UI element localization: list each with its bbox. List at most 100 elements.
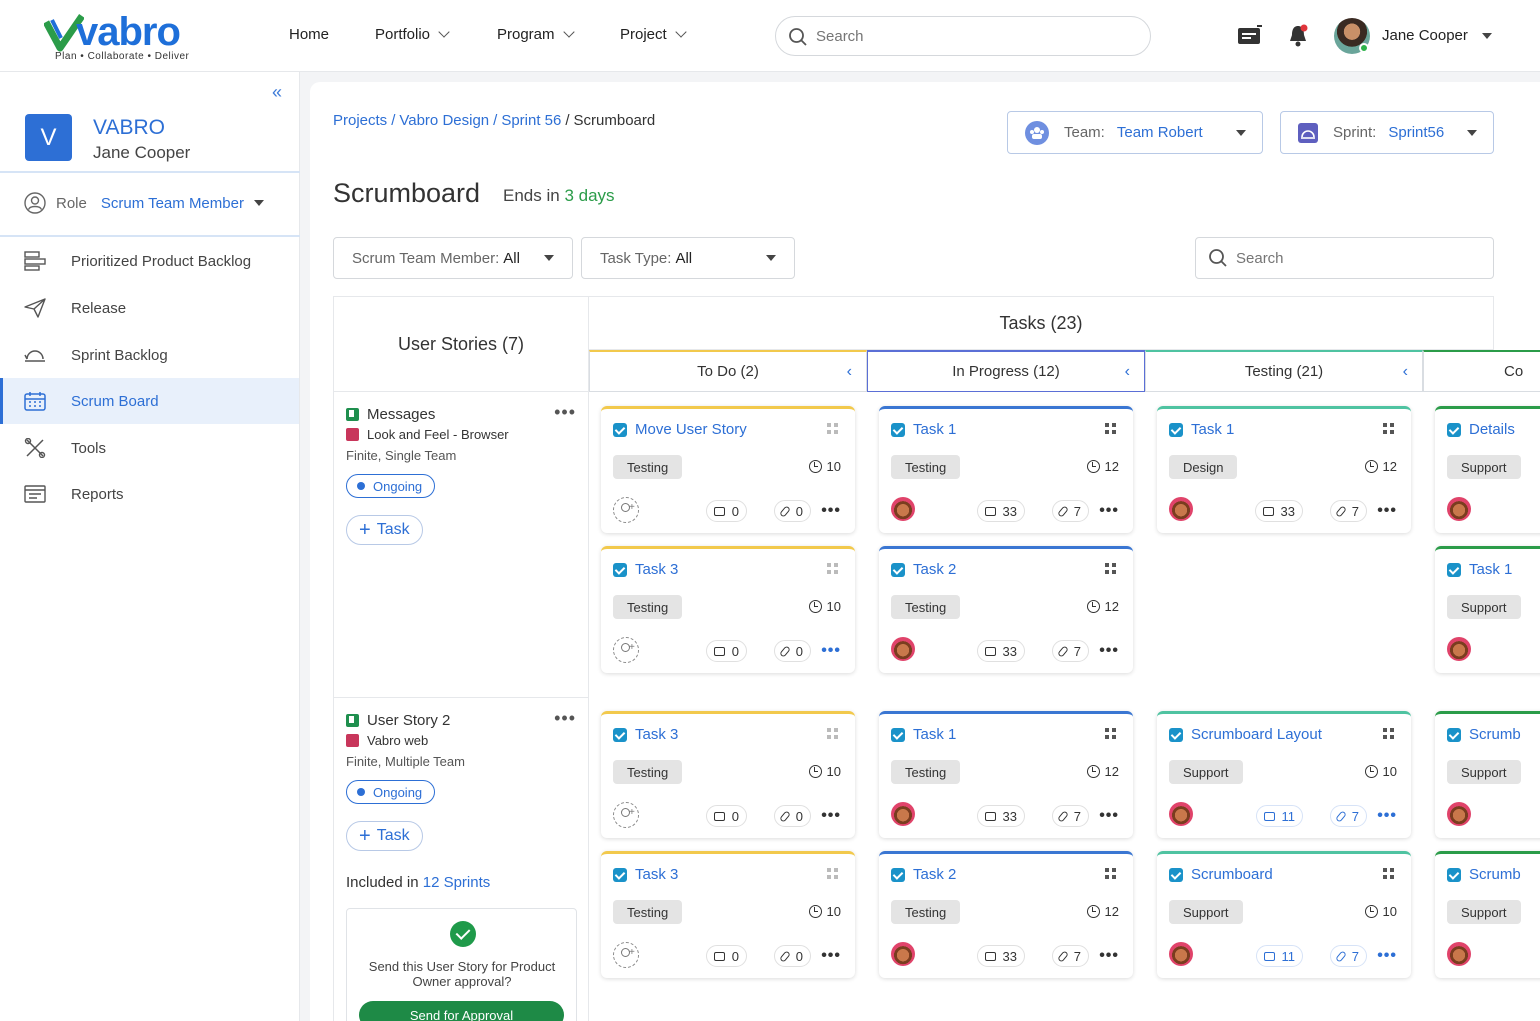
drag-handle-icon[interactable]	[827, 868, 841, 882]
drag-handle-icon[interactable]	[827, 423, 841, 437]
sidebar-item-sprint-backlog[interactable]: Sprint Backlog	[0, 332, 299, 378]
task-title[interactable]: Task 3	[613, 561, 678, 578]
attachments-count[interactable]: 7	[1051, 640, 1089, 662]
attachments-count[interactable]: 0	[773, 500, 811, 522]
attachments-count[interactable]: 0	[773, 640, 811, 662]
column-todo[interactable]: To Do (2) ‹	[589, 350, 867, 392]
nav-program[interactable]: Program	[497, 26, 575, 43]
assignee-avatar[interactable]	[1447, 802, 1471, 826]
assignee-avatar[interactable]	[891, 637, 915, 661]
more-options-icon[interactable]: •••	[821, 947, 841, 965]
assignee-avatar[interactable]	[1169, 497, 1193, 521]
drag-handle-icon[interactable]	[1383, 423, 1397, 437]
assign-user-icon[interactable]	[613, 637, 639, 663]
collapse-sidebar-icon[interactable]: «	[272, 82, 282, 103]
assign-user-icon[interactable]	[613, 497, 639, 523]
more-options-icon[interactable]: •••	[554, 402, 576, 423]
more-options-icon[interactable]: •••	[1377, 502, 1397, 520]
nav-project[interactable]: Project	[620, 26, 687, 43]
task-type-filter[interactable]: Task Type: All	[581, 237, 795, 279]
more-options-icon[interactable]: •••	[1099, 642, 1119, 660]
drag-handle-icon[interactable]	[1105, 423, 1119, 437]
task-card[interactable]: Task 3 Testing 10 0 0 •••	[601, 546, 855, 673]
column-in-progress[interactable]: In Progress (12) ‹	[867, 350, 1145, 392]
comments-count[interactable]: 33	[976, 640, 1025, 662]
attachments-count[interactable]: 7	[1051, 805, 1089, 827]
sidebar-item-release[interactable]: Release	[0, 285, 299, 331]
assignee-avatar[interactable]	[1447, 497, 1471, 521]
task-title[interactable]: Task 2	[891, 866, 956, 883]
sidebar-item-scrum-board[interactable]: Scrum Board	[0, 378, 299, 424]
task-title[interactable]: Scrumboard	[1169, 866, 1273, 883]
task-card[interactable]: Task 1 Testing 12 33 7 •••	[879, 711, 1133, 838]
breadcrumb-sprint[interactable]: Sprint 56	[501, 112, 561, 129]
more-options-icon[interactable]: •••	[1377, 807, 1397, 825]
drag-handle-icon[interactable]	[1105, 728, 1119, 742]
comments-count[interactable]: 0	[705, 945, 747, 967]
assignee-avatar[interactable]	[891, 497, 915, 521]
task-title[interactable]: Move User Story	[613, 421, 747, 438]
task-title[interactable]: Scrumb	[1447, 726, 1521, 743]
more-options-icon[interactable]: •••	[1377, 947, 1397, 965]
task-card[interactable]: Scrumboard Support 10 11 7 •••	[1157, 851, 1411, 978]
global-search[interactable]	[775, 16, 1151, 56]
assignee-avatar[interactable]	[1447, 942, 1471, 966]
task-title[interactable]: Task 2	[891, 561, 956, 578]
task-title[interactable]: Task 3	[613, 866, 678, 883]
sidebar-item-reports[interactable]: Reports	[0, 471, 299, 517]
task-title[interactable]: Scrumb	[1447, 866, 1521, 883]
drag-handle-icon[interactable]	[1105, 868, 1119, 882]
comments-count[interactable]: 0	[705, 640, 747, 662]
assignee-avatar[interactable]	[1447, 637, 1471, 661]
comments-count[interactable]: 33	[976, 945, 1025, 967]
attachments-count[interactable]: 0	[773, 945, 811, 967]
column-testing[interactable]: Testing (21) ‹	[1145, 350, 1423, 392]
notification-bell-icon[interactable]	[1288, 24, 1308, 48]
collapse-column-icon[interactable]: ‹	[1403, 363, 1408, 381]
sidebar-item-prioritized-product-backlog[interactable]: Prioritized Product Backlog	[0, 238, 299, 284]
task-title[interactable]: Task 1	[1169, 421, 1234, 438]
drag-handle-icon[interactable]	[827, 728, 841, 742]
task-card[interactable]: Move User Story Testing 10 0 0 •••	[601, 406, 855, 533]
task-card[interactable]: Scrumboard Layout Support 10 11 7 •••	[1157, 711, 1411, 838]
sprint-selector[interactable]: Sprint: Sprint56	[1280, 111, 1494, 154]
task-card[interactable]: Task 1 Support	[1435, 546, 1540, 673]
comments-count[interactable]: 33	[976, 805, 1025, 827]
assign-user-icon[interactable]	[613, 942, 639, 968]
global-search-input[interactable]	[816, 17, 1116, 55]
assignee-avatar[interactable]	[891, 942, 915, 966]
task-card[interactable]: Task 2 Testing 12 33 7 •••	[879, 851, 1133, 978]
task-card[interactable]: Scrumb Support	[1435, 711, 1540, 838]
drag-handle-icon[interactable]	[1105, 563, 1119, 577]
task-title[interactable]: Scrumboard Layout	[1169, 726, 1322, 743]
more-options-icon[interactable]: •••	[1099, 502, 1119, 520]
attachments-count[interactable]: 7	[1329, 805, 1367, 827]
comments-count[interactable]: 11	[1255, 805, 1303, 827]
vabro-logo[interactable]: vabro Plan • Collaborate • Deliver	[44, 10, 214, 66]
breadcrumb-projects[interactable]: Projects	[333, 112, 387, 129]
more-options-icon[interactable]: •••	[821, 642, 841, 660]
assign-user-icon[interactable]	[613, 802, 639, 828]
attachments-count[interactable]: 7	[1051, 945, 1089, 967]
task-title[interactable]: Task 3	[613, 726, 678, 743]
nav-portfolio[interactable]: Portfolio	[375, 26, 450, 43]
breadcrumb-project[interactable]: Vabro Design	[399, 112, 489, 129]
user-story-2[interactable]: User Story 2 ••• Vabro web Finite, Multi…	[333, 698, 589, 1021]
attachments-count[interactable]: 0	[773, 805, 811, 827]
comments-count[interactable]: 33	[1254, 500, 1303, 522]
task-card[interactable]: Task 3 Testing 10 0 0 •••	[601, 711, 855, 838]
add-task-button[interactable]: + Task	[346, 515, 423, 545]
user-menu[interactable]: Jane Cooper	[1382, 27, 1492, 44]
nav-home[interactable]: Home	[289, 26, 329, 43]
board-search-input[interactable]	[1236, 238, 1474, 278]
more-options-icon[interactable]: •••	[554, 708, 576, 729]
drag-handle-icon[interactable]	[1383, 728, 1397, 742]
sidebar-item-tools[interactable]: Tools	[0, 425, 299, 471]
attachments-count[interactable]: 7	[1329, 945, 1367, 967]
task-card[interactable]: Task 1 Testing 12 33 7 •••	[879, 406, 1133, 533]
comments-count[interactable]: 0	[705, 500, 747, 522]
comments-count[interactable]: 0	[705, 805, 747, 827]
task-card[interactable]: Details Support	[1435, 406, 1540, 533]
add-task-button[interactable]: + Task	[346, 821, 423, 851]
more-options-icon[interactable]: •••	[1099, 947, 1119, 965]
